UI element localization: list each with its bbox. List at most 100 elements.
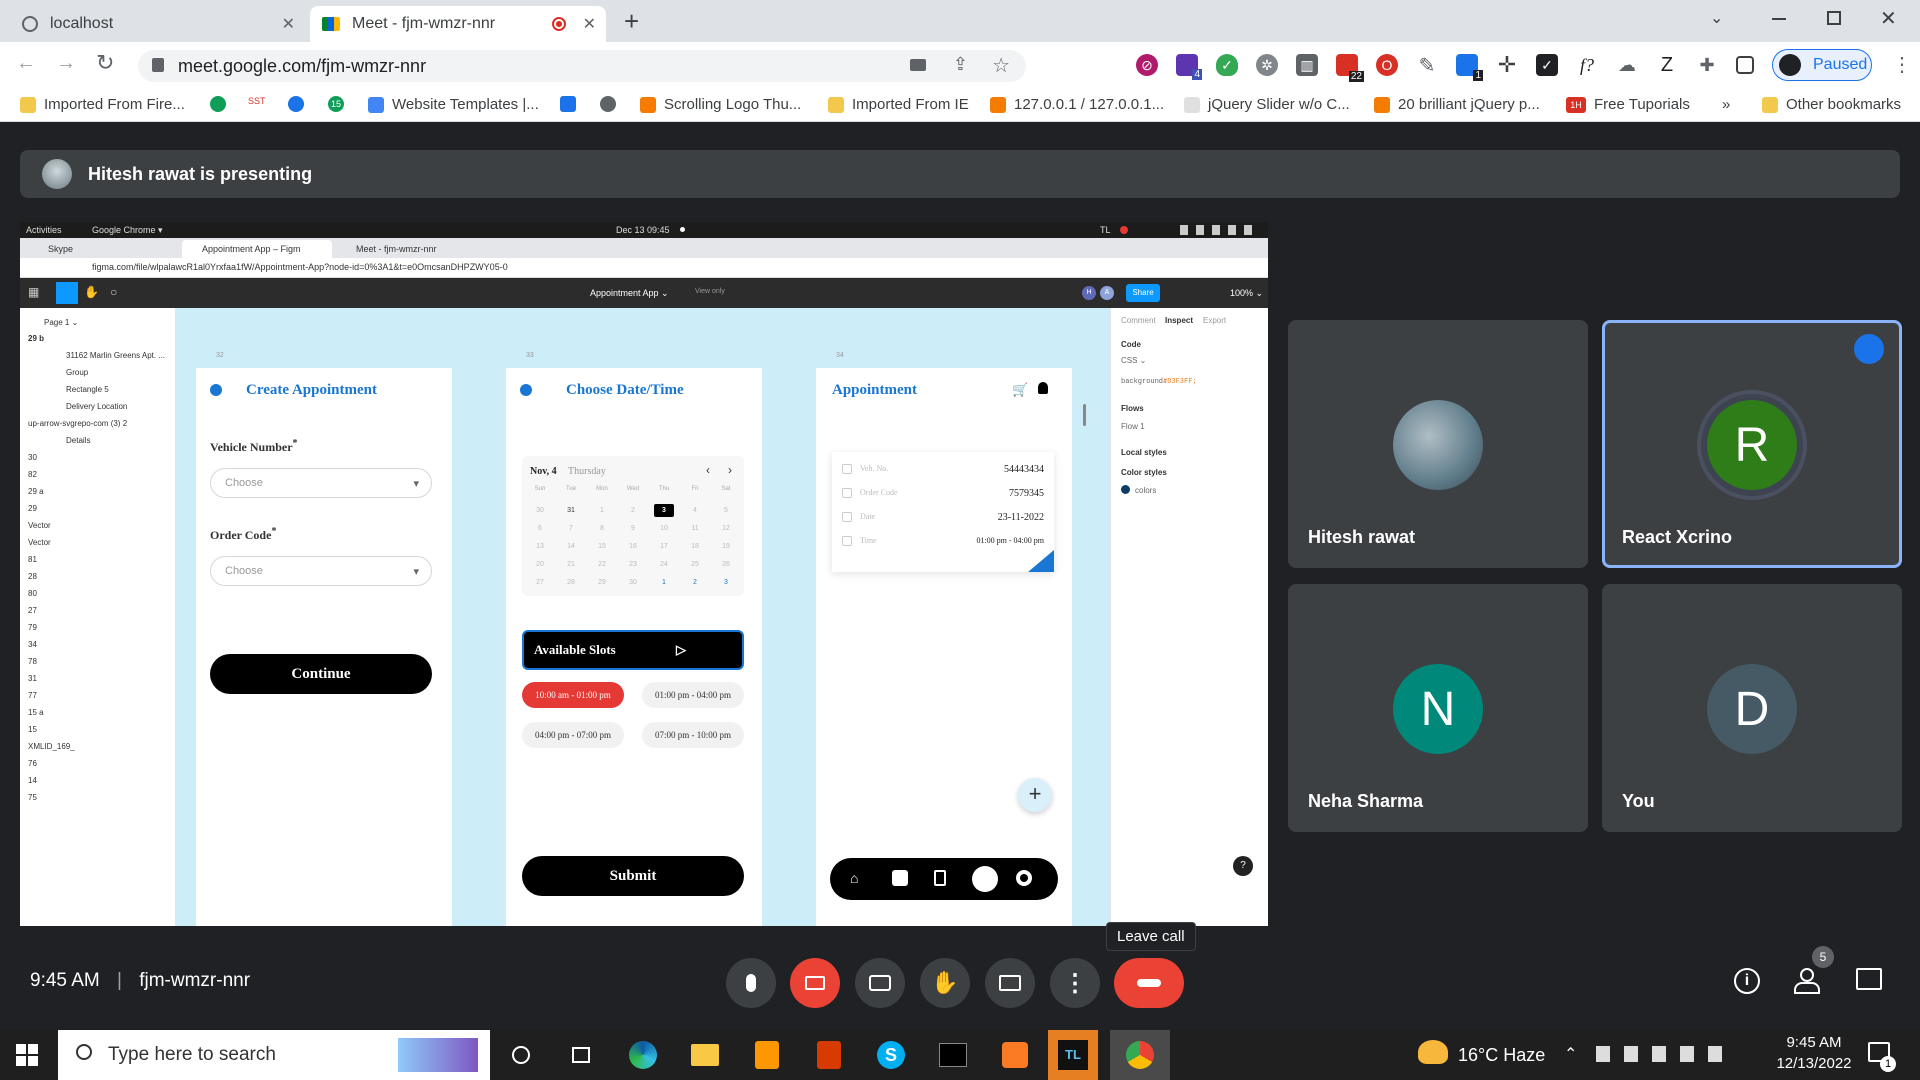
profile-button[interactable]: Paused bbox=[1772, 49, 1872, 81]
submit-button[interactable]: Submit bbox=[522, 856, 744, 896]
layer-item[interactable]: Rectangle 5 bbox=[66, 385, 109, 394]
layer-item[interactable]: 15 a bbox=[28, 708, 44, 717]
page-selector[interactable]: Page 1 ⌄ bbox=[44, 318, 78, 327]
tab-comment[interactable]: Comment bbox=[1121, 316, 1156, 325]
close-window-icon[interactable]: ✕ bbox=[1880, 6, 1897, 31]
calendar-day[interactable]: 9 bbox=[623, 522, 643, 535]
calendar-day[interactable]: 28 bbox=[561, 576, 581, 589]
layer-item[interactable]: 29 bbox=[28, 504, 37, 513]
close-tab-icon[interactable]: ✕ bbox=[282, 14, 295, 34]
nested-tab-meet[interactable]: Meet - fjm-wmzr-nnr bbox=[336, 240, 486, 258]
layer-item[interactable]: 29 a bbox=[28, 487, 44, 496]
kebab-menu-icon[interactable]: ⋮ bbox=[1892, 52, 1912, 77]
leave-call-button[interactable] bbox=[1114, 958, 1184, 1008]
slot-chip[interactable]: 10:00 am - 01:00 pm bbox=[522, 682, 624, 708]
participant-tile[interactable]: Hitesh rawat bbox=[1288, 320, 1588, 568]
clipboard-icon[interactable] bbox=[934, 870, 946, 886]
red-extension-icon[interactable]: 22 bbox=[1336, 54, 1364, 82]
chat-icon[interactable] bbox=[1856, 968, 1882, 990]
tab-meet[interactable]: Meet - fjm-wmzr-nnr ✕ bbox=[310, 6, 606, 42]
layer-item[interactable]: up-arrow-svgrepo-com (3) 2 bbox=[28, 419, 127, 428]
calendar-day[interactable]: 17 bbox=[654, 540, 674, 553]
participant-tile[interactable]: N Neha Sharma bbox=[1288, 584, 1588, 832]
people-button[interactable] bbox=[1794, 968, 1828, 994]
calendar-day[interactable]: 13 bbox=[530, 540, 550, 553]
calendar-nav-icon[interactable] bbox=[972, 866, 998, 892]
tab-inspect[interactable]: Inspect bbox=[1165, 316, 1193, 325]
taskbar-search[interactable]: Type here to search bbox=[58, 1030, 490, 1080]
calendar-day[interactable]: 19 bbox=[716, 540, 736, 553]
gear-extension-icon[interactable]: ✲ bbox=[1256, 54, 1278, 76]
check-extension-icon[interactable]: ✓ bbox=[1536, 54, 1558, 76]
bookmark-item[interactable]: Scrolling Logo Thu... bbox=[640, 96, 801, 113]
system-tray-icons[interactable] bbox=[1596, 1046, 1736, 1062]
flow-item[interactable]: Flow 1 bbox=[1121, 422, 1145, 431]
bookmark-item[interactable]: 15 bbox=[328, 96, 344, 112]
calendar-day[interactable]: 8 bbox=[592, 522, 612, 535]
close-tab-icon[interactable]: ✕ bbox=[583, 14, 596, 34]
font-extension-icon[interactable]: f? bbox=[1576, 54, 1598, 76]
box-icon[interactable] bbox=[892, 870, 908, 886]
xampp-icon[interactable] bbox=[996, 1036, 1034, 1074]
info-icon[interactable]: i bbox=[1734, 968, 1760, 994]
layer-item[interactable]: 81 bbox=[28, 555, 37, 564]
continue-button[interactable]: Continue bbox=[210, 654, 432, 694]
share-icon[interactable]: ⇪ bbox=[953, 54, 968, 75]
layer-item[interactable]: 34 bbox=[28, 640, 37, 649]
layer-item[interactable]: 78 bbox=[28, 657, 37, 666]
extension-purple-icon[interactable]: 4 bbox=[1176, 54, 1202, 80]
tab-search-icon[interactable]: ⌄ bbox=[1710, 8, 1723, 28]
calendar-day[interactable]: 31 bbox=[561, 504, 581, 517]
widgets-icon[interactable] bbox=[562, 1036, 600, 1074]
camera-blocked-icon[interactable] bbox=[910, 59, 926, 71]
calendar-day[interactable]: 23 bbox=[623, 558, 643, 571]
calendar-day[interactable]: 10 bbox=[654, 522, 674, 535]
scrollbar[interactable] bbox=[1083, 404, 1086, 426]
side-panel-icon[interactable] bbox=[1736, 56, 1754, 74]
calendar-day[interactable]: 2 bbox=[623, 504, 643, 517]
task-view-icon[interactable] bbox=[502, 1036, 540, 1074]
layer-item[interactable]: Vector bbox=[28, 521, 51, 530]
share-button[interactable]: Share bbox=[1126, 284, 1160, 302]
move-tool-icon[interactable] bbox=[56, 282, 78, 304]
calendar-day[interactable]: 27 bbox=[530, 576, 550, 589]
bookmark-item[interactable] bbox=[560, 96, 576, 112]
chevron-up-icon[interactable]: ⌃ bbox=[1564, 1044, 1577, 1064]
weather-icon[interactable] bbox=[1418, 1040, 1448, 1064]
bookmark-item[interactable]: Website Templates |... bbox=[368, 96, 539, 113]
bookmark-item[interactable]: 20 brilliant jQuery p... bbox=[1374, 96, 1540, 113]
calendar-day[interactable]: 1 bbox=[592, 504, 612, 517]
bookmark-item[interactable] bbox=[288, 96, 304, 112]
reload-icon[interactable]: ↻ bbox=[96, 50, 114, 76]
slot-chip[interactable]: 07:00 pm - 10:00 pm bbox=[642, 722, 744, 748]
slot-chip[interactable]: 01:00 pm - 04:00 pm bbox=[642, 682, 744, 708]
calendar-day[interactable]: 16 bbox=[623, 540, 643, 553]
layer-item[interactable]: 15 bbox=[28, 725, 37, 734]
more-options-button[interactable]: ⋮ bbox=[1050, 958, 1100, 1008]
forward-icon[interactable]: → bbox=[56, 52, 76, 75]
shield-extension-icon[interactable]: ✓ bbox=[1216, 54, 1238, 76]
file-name[interactable]: Appointment App ⌄ bbox=[590, 288, 669, 299]
calendar-day[interactable]: 14 bbox=[561, 540, 581, 553]
hand-tool-icon[interactable]: ✋ bbox=[84, 285, 99, 299]
blue-extension-icon[interactable]: 1 bbox=[1456, 54, 1483, 81]
trash-extension-icon[interactable]: ▥ bbox=[1296, 54, 1318, 76]
calendar-day[interactable]: 18 bbox=[685, 540, 705, 553]
bell-icon[interactable] bbox=[1038, 382, 1048, 394]
layer-item[interactable]: XMLID_169_ bbox=[28, 742, 75, 751]
calendar-day[interactable]: 25 bbox=[685, 558, 705, 571]
tab-localhost[interactable]: localhost ✕ bbox=[10, 6, 305, 42]
layer-item[interactable]: Vector bbox=[28, 538, 51, 547]
bookmark-folder[interactable]: Other bookmarks bbox=[1762, 96, 1901, 113]
camera-off-button[interactable] bbox=[790, 958, 840, 1008]
slot-chip[interactable]: 04:00 pm - 07:00 pm bbox=[522, 722, 624, 748]
vehicle-select[interactable]: Choose ▾ bbox=[210, 468, 432, 498]
available-slots-header[interactable]: Available Slots ▷ bbox=[522, 630, 744, 670]
home-icon[interactable]: ⌂ bbox=[850, 870, 858, 886]
weather-text[interactable]: 16°C Haze bbox=[1458, 1045, 1545, 1066]
order-select[interactable]: Choose ▾ bbox=[210, 556, 432, 586]
activities-label[interactable]: Activities bbox=[26, 225, 62, 235]
move-icon[interactable]: ✛ bbox=[1496, 52, 1518, 77]
calendar-day[interactable]: 21 bbox=[561, 558, 581, 571]
calendar-day[interactable]: 3 bbox=[716, 576, 736, 589]
